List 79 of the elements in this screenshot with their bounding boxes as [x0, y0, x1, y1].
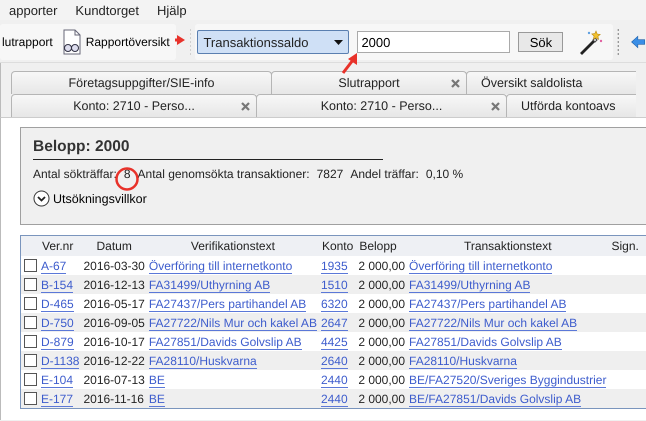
menu-item[interactable]: Hjälp — [148, 2, 196, 18]
summary-title: Belopp: 2000 — [33, 138, 383, 160]
voucher-text-link[interactable]: BE — [148, 372, 165, 388]
date-cell: 2016-03-30 — [81, 256, 147, 275]
search-type-dropdown[interactable]: Transaktionssaldo — [197, 30, 350, 54]
amount-cell: 2 000,00 — [356, 370, 408, 389]
transaction-text-link[interactable]: FA27851/Davids Golvslip AB — [409, 334, 562, 350]
date-cell: 2016-09-05 — [81, 313, 147, 332]
date-cell: 2016-10-17 — [81, 332, 147, 351]
stat-value: 0,10 % — [426, 167, 464, 181]
column-header[interactable]: Sign. — [608, 236, 646, 256]
stat-label: Andel träffar: — [350, 167, 419, 181]
menu-item[interactable]: apporter — [0, 2, 66, 18]
column-header[interactable]: Konto — [318, 236, 356, 256]
column-header[interactable]: Verifikationstext — [146, 236, 319, 256]
amount-cell: 2 000,00 — [356, 332, 408, 351]
voucher-text-link[interactable]: FA27851/Davids Golvslip AB — [148, 334, 302, 350]
tab[interactable]: Översikt saldolista — [466, 71, 636, 94]
row-checkbox[interactable] — [24, 335, 37, 348]
date-cell: 2016-11-16 — [81, 389, 147, 408]
close-icon[interactable] — [451, 79, 460, 88]
tab[interactable]: Konto: 2710 - Perso... — [256, 94, 507, 117]
tab[interactable]: Utförda kontoavs — [506, 94, 636, 117]
amount-cell: 2 000,00 — [356, 389, 408, 408]
tab[interactable]: Företagsuppgifter/SIE-info — [11, 71, 272, 94]
voucher-text-link[interactable]: Överföring till internetkonto — [148, 258, 292, 274]
stat-value: 7827 — [316, 167, 344, 181]
voucher-link[interactable]: E-104 — [41, 372, 74, 388]
voucher-link[interactable]: A-67 — [41, 258, 66, 274]
toolbar-button[interactable]: lutrapport — [0, 35, 55, 49]
transaction-text-link[interactable]: Överföring till internetkonto — [409, 258, 552, 274]
annotation-arrow — [175, 35, 185, 45]
row-checkbox[interactable] — [24, 297, 37, 310]
row-checkbox[interactable] — [24, 392, 37, 405]
voucher-text-link[interactable]: BE — [148, 392, 165, 406]
account-link[interactable]: 6320 — [320, 296, 348, 312]
amount-cell: 2 000,00 — [356, 275, 408, 294]
chevron-down-icon — [33, 190, 50, 207]
row-checkbox[interactable] — [24, 278, 37, 291]
voucher-text-link[interactable]: FA27437/Pers partihandel AB — [148, 296, 306, 312]
close-icon[interactable] — [241, 102, 250, 111]
menu-item[interactable]: Kundtorget — [66, 2, 148, 18]
conditions-toggle[interactable]: Utsökningsvillkor — [33, 190, 147, 207]
date-cell: 2016-07-13 — [81, 370, 147, 389]
column-header[interactable]: Belopp — [356, 236, 408, 256]
account-link[interactable]: 4425 — [320, 334, 348, 350]
row-checkbox[interactable] — [24, 373, 37, 386]
transaction-text-link[interactable]: BE/FA27520/Sveriges Byggindustrier — [409, 372, 606, 388]
date-cell: 2016-12-22 — [81, 351, 147, 370]
search-input-field[interactable]: 2000 — [357, 31, 510, 53]
tab[interactable]: Slutrapport — [271, 71, 467, 94]
row-checkbox[interactable] — [24, 259, 37, 272]
caret-icon — [334, 40, 344, 44]
date-cell: 2016-12-13 — [81, 275, 147, 294]
amount-cell: 2 000,00 — [356, 351, 408, 370]
voucher-link[interactable]: D-879 — [41, 334, 74, 350]
row-checkbox[interactable] — [24, 354, 37, 367]
column-header[interactable]: Datum — [81, 236, 147, 256]
account-link[interactable]: 1935 — [320, 258, 348, 274]
toolbar-grip[interactable] — [617, 28, 620, 56]
stat-label: Antal genomsökta transaktioner: — [138, 167, 310, 181]
account-link[interactable]: 2440 — [320, 372, 348, 388]
stat-label: Antal sökträffar: — [33, 167, 117, 181]
tab[interactable]: Konto: 2710 - Perso... — [11, 94, 257, 117]
report-icon — [60, 29, 83, 55]
search-button[interactable]: Sök — [518, 32, 564, 52]
row-checkbox[interactable] — [24, 316, 37, 329]
stat-value: 8 — [124, 167, 131, 181]
column-header[interactable]: Transaktionstext — [407, 236, 608, 256]
amount-cell: 2 000,00 — [356, 256, 408, 275]
column-header[interactable]: Ver.nr — [39, 236, 82, 256]
amount-cell: 2 000,00 — [356, 313, 408, 332]
transaction-text-link[interactable]: FA27437/Pers partihandel AB — [409, 296, 566, 312]
voucher-link[interactable]: D-465 — [41, 296, 74, 312]
highlight-circle — [115, 167, 139, 191]
toolbar-button[interactable]: Rapportöversikt — [58, 29, 172, 55]
amount-cell: 2 000,00 — [356, 294, 408, 313]
close-icon[interactable] — [491, 102, 500, 111]
date-cell: 2016-05-17 — [81, 294, 147, 313]
